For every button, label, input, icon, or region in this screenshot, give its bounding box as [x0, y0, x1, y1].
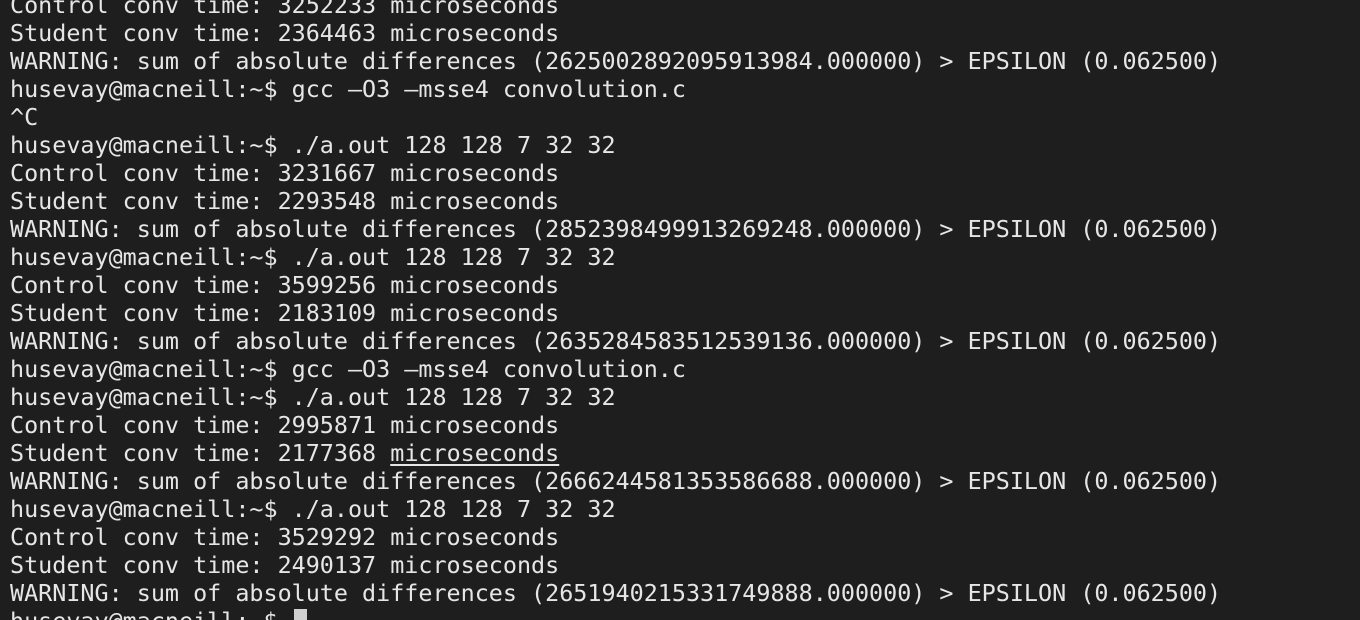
terminal-line: Student conv time: 2364463 microseconds [10, 19, 560, 47]
terminal-line: Control conv time: 2995871 microseconds [10, 411, 560, 439]
terminal-output: Control conv time: 3252233 microseconds … [10, 0, 1221, 620]
terminal-line: Student conv time: 2183109 microseconds [10, 299, 560, 327]
terminal-window[interactable]: Control conv time: 3252233 microseconds … [0, 0, 1360, 620]
terminal-line: WARNING: sum of absolute differences (28… [10, 215, 1222, 243]
terminal-line: Control conv time: 3599256 microseconds [10, 271, 560, 299]
shell-prompt: husevay@macneill:~$ [10, 607, 292, 620]
terminal-line: husevay@macneill:~$ ./a.out 128 128 7 32… [10, 495, 616, 523]
terminal-line: WARNING: sum of absolute differences (26… [10, 327, 1222, 355]
terminal-line: husevay@macneill:~$ ./a.out 128 128 7 32… [10, 243, 616, 271]
terminal-line: husevay@macneill:~$ gcc –O3 –msse4 convo… [10, 75, 686, 103]
text-cursor [293, 609, 307, 620]
terminal-line-text: Student conv time: 2177368 [10, 439, 391, 467]
terminal-line: ^C [10, 103, 39, 131]
terminal-line: husevay@macneill:~$ gcc –O3 –msse4 convo… [10, 355, 686, 383]
terminal-line: Student conv time: 2293548 microseconds [10, 187, 560, 215]
terminal-line: WARNING: sum of absolute differences (26… [10, 579, 1222, 607]
terminal-line: husevay@macneill:~$ ./a.out 128 128 7 32… [10, 131, 616, 159]
terminal-line: Control conv time: 3252233 microseconds [10, 0, 560, 19]
underlined-word: microseconds [390, 439, 560, 467]
terminal-prompt-line[interactable]: husevay@macneill:~$ [10, 607, 1221, 620]
terminal-line: WARNING: sum of absolute differences (26… [10, 47, 1222, 75]
terminal-line: husevay@macneill:~$ ./a.out 128 128 7 32… [10, 383, 616, 411]
terminal-line: Control conv time: 3529292 microseconds [10, 523, 560, 551]
terminal-line: Student conv time: 2490137 microseconds [10, 551, 560, 579]
terminal-line: WARNING: sum of absolute differences (26… [10, 467, 1222, 495]
terminal-line: Control conv time: 3231667 microseconds [10, 159, 560, 187]
terminal-line-with-underline: Student conv time: 2177368 microseconds [10, 439, 1221, 467]
